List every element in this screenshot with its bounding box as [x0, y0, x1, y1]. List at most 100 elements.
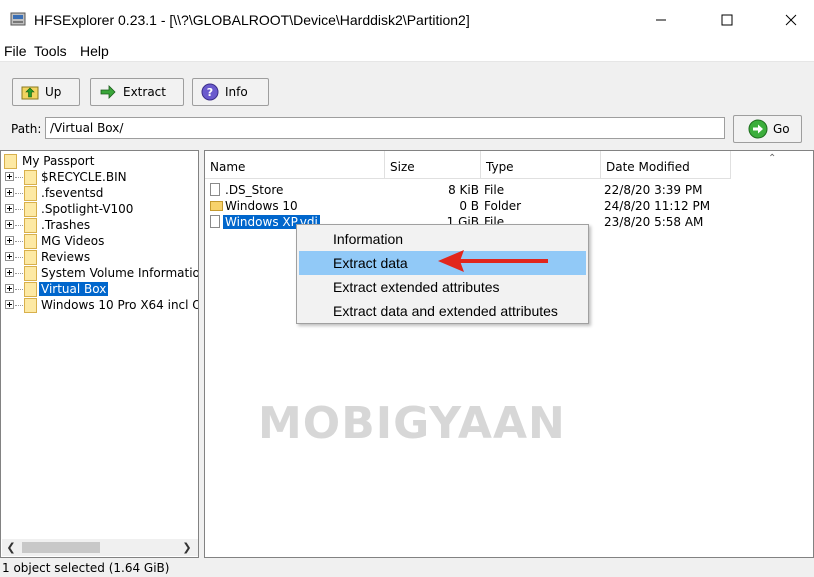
folder-icon	[4, 154, 17, 169]
tree-item-label: Reviews	[41, 250, 91, 264]
minimize-button[interactable]	[638, 0, 684, 40]
file-name: .DS_Store	[225, 183, 284, 197]
context-menu: Information Extract data Extract extende…	[296, 224, 589, 324]
tree-item-label: Windows 10 Pro X64 incl Of	[41, 298, 199, 312]
extract-button[interactable]: Extract	[90, 78, 184, 106]
expand-icon[interactable]	[5, 188, 14, 197]
tree-item-recycle-bin[interactable]: $RECYCLE.BIN	[1, 169, 198, 185]
maximize-button[interactable]	[704, 0, 750, 40]
tree-item-label: Virtual Box	[39, 282, 109, 296]
scroll-right-icon[interactable]: ❯	[180, 540, 194, 555]
file-type: Folder	[484, 199, 522, 213]
folder-icon	[24, 202, 37, 217]
file-list[interactable]: Name Size Type Date Modified ⌃ .DS_Store…	[204, 150, 814, 558]
scroll-left-icon[interactable]: ❮	[4, 540, 18, 555]
column-header-date[interactable]: Date Modified	[601, 151, 731, 179]
context-menu-extract-data-and-attributes[interactable]: Extract data and extended attributes	[299, 299, 586, 323]
tree-item-label: $RECYCLE.BIN	[41, 170, 127, 184]
minimize-icon	[656, 19, 666, 21]
tree-root[interactable]: My Passport	[1, 153, 198, 169]
watermark: MOBIGYAAN	[258, 398, 566, 446]
extract-arrow-icon	[99, 83, 117, 101]
path-label: Path:	[11, 122, 42, 136]
file-type: File	[484, 183, 505, 197]
up-folder-icon	[21, 83, 39, 101]
expand-icon[interactable]	[5, 300, 14, 309]
expand-icon[interactable]	[5, 268, 14, 277]
tree-item-mg-videos[interactable]: MG Videos	[1, 233, 198, 249]
tree-item-label: System Volume Information	[41, 266, 199, 280]
svg-text:?: ?	[207, 86, 213, 99]
expand-icon[interactable]	[5, 236, 14, 245]
close-icon	[785, 14, 797, 26]
tree-item-label: .fseventsd	[41, 186, 104, 200]
info-button[interactable]: ? Info	[192, 78, 269, 106]
file-icon	[210, 215, 220, 228]
tree-item-reviews[interactable]: Reviews	[1, 249, 198, 265]
folder-icon	[24, 186, 37, 201]
tree-item-label: .Spotlight-V100	[41, 202, 134, 216]
file-icon	[210, 183, 220, 196]
watermark-text: MOBIGYAAN	[258, 398, 566, 446]
tree-horizontal-scrollbar[interactable]: ❮ ❯	[2, 539, 198, 556]
expand-icon[interactable]	[5, 204, 14, 213]
info-button-label: Info	[225, 85, 248, 99]
scrollbar-thumb[interactable]	[22, 542, 100, 553]
tree-item-spotlight[interactable]: .Spotlight-V100	[1, 201, 198, 217]
title-bar: HFSExplorer 0.23.1 - [\\?\GLOBALROOT\Dev…	[0, 0, 814, 40]
table-row[interactable]: .DS_Store 8 KiB File 22/8/20 3:39 PM	[205, 182, 813, 198]
go-button[interactable]: Go	[733, 115, 802, 143]
go-button-label: Go	[773, 122, 790, 136]
status-bar: 1 object selected (1.64 GiB)	[0, 559, 814, 577]
context-menu-extract-attributes[interactable]: Extract extended attributes	[299, 275, 586, 299]
help-question-icon: ?	[201, 83, 219, 101]
folder-icon	[24, 234, 37, 249]
tree-root-label: My Passport	[22, 154, 95, 168]
file-size: 0 B	[459, 199, 479, 213]
extract-button-label: Extract	[123, 85, 166, 99]
column-header-type[interactable]: Type	[481, 151, 601, 179]
tree-item-trashes[interactable]: .Trashes	[1, 217, 198, 233]
folder-icon	[24, 250, 37, 265]
file-size: 8 KiB	[448, 183, 479, 197]
menu-bar: File Tools Help	[0, 40, 814, 62]
file-date: 22/8/20 3:39 PM	[604, 183, 703, 197]
table-row[interactable]: Windows 10 0 B Folder 24/8/20 11:12 PM	[205, 198, 813, 214]
expand-icon[interactable]	[5, 172, 14, 181]
folder-icon	[24, 282, 37, 297]
folder-tree[interactable]: My Passport $RECYCLE.BIN .fseventsd .Spo…	[0, 150, 199, 558]
up-button-label: Up	[45, 85, 62, 99]
go-arrow-icon	[748, 119, 768, 139]
tree-item-windows-10-pro[interactable]: Windows 10 Pro X64 incl Of	[1, 297, 198, 313]
window-title: HFSExplorer 0.23.1 - [\\?\GLOBALROOT\Dev…	[34, 12, 470, 28]
folder-icon	[24, 170, 37, 185]
folder-icon	[210, 201, 223, 211]
close-button[interactable]	[768, 0, 814, 40]
red-arrow-annotation	[438, 250, 548, 272]
expand-icon[interactable]	[5, 284, 14, 293]
menu-tools[interactable]: Tools	[34, 43, 67, 59]
menu-help[interactable]: Help	[80, 43, 109, 59]
column-header-name[interactable]: Name	[205, 151, 385, 179]
expand-icon[interactable]	[5, 220, 14, 229]
file-date: 24/8/20 11:12 PM	[604, 199, 711, 213]
folder-icon	[24, 266, 37, 281]
path-input[interactable]	[45, 117, 725, 139]
menu-file[interactable]: File	[4, 43, 27, 59]
file-name: Windows 10	[225, 199, 298, 213]
tree-item-system-volume[interactable]: System Volume Information	[1, 265, 198, 281]
tree-item-label: .Trashes	[41, 218, 91, 232]
column-header-size[interactable]: Size	[385, 151, 481, 179]
maximize-icon	[721, 14, 733, 26]
tree-item-fseventsd[interactable]: .fseventsd	[1, 185, 198, 201]
file-date: 23/8/20 5:58 AM	[604, 215, 704, 229]
folder-icon	[24, 218, 37, 233]
expand-icon[interactable]	[5, 252, 14, 261]
folder-icon	[24, 298, 37, 313]
up-button[interactable]: Up	[12, 78, 80, 106]
tree-item-virtual-box[interactable]: Virtual Box	[1, 281, 198, 297]
app-icon	[10, 12, 26, 26]
sort-caret-icon: ⌃	[768, 153, 777, 164]
tree-item-label: MG Videos	[41, 234, 105, 248]
status-text: 1 object selected (1.64 GiB)	[2, 561, 170, 575]
